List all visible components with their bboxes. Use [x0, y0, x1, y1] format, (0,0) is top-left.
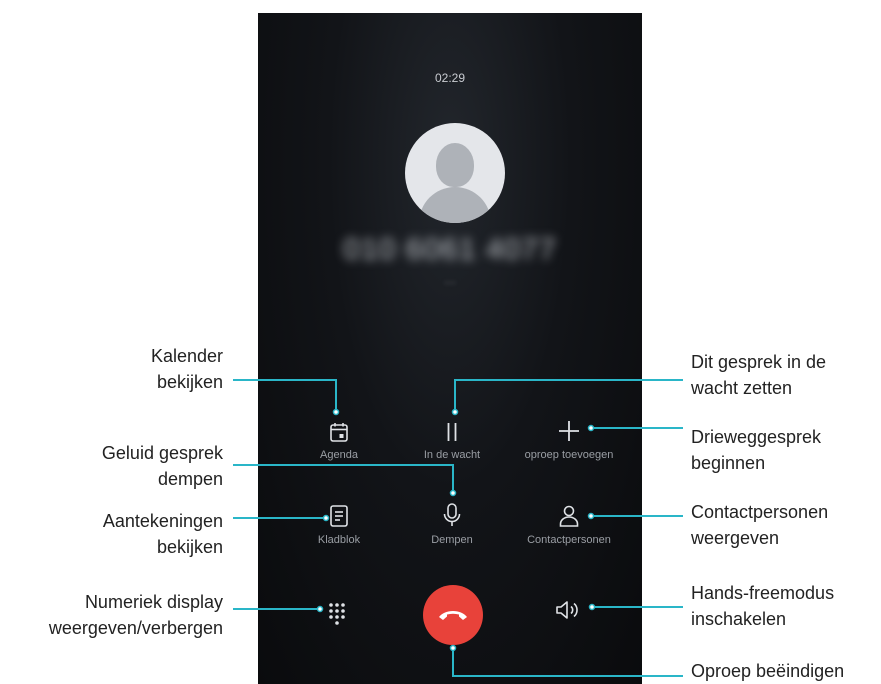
callout-notes: Aantekeningen bekijken: [103, 508, 223, 560]
callout-notes-line1: Aantekeningen: [102, 511, 223, 531]
callout-contacts-line1: Contactpersonen: [691, 502, 829, 522]
callout-end-line1: Oproep beëindigen: [691, 661, 845, 681]
callout-speaker-line2: inschakelen: [691, 609, 787, 629]
callout-end: Oproep beëindigen: [691, 658, 844, 684]
callout-notes-line2: bekijken: [156, 537, 223, 557]
callout-hold: Dit gesprek in de wacht zetten: [691, 349, 826, 401]
callout-add-call-line2: beginnen: [691, 453, 766, 473]
callout-dialpad-line1: Numeriek display: [84, 592, 223, 612]
callout-speaker-line1: Hands-freemodus: [691, 583, 835, 603]
callout-add-call: Drieweggesprek beginnen: [691, 424, 821, 476]
callout-calendar-line1: Kalender: [150, 346, 223, 366]
callout-calendar: Kalender bekijken: [151, 343, 223, 395]
callout-mute-line1: Geluid gesprek: [101, 443, 223, 463]
callout-dialpad: Numeriek display weergeven/verbergen: [49, 589, 223, 641]
calendar-leader: [233, 379, 337, 412]
end-call-leader: [452, 648, 683, 677]
callout-mute-line2: dempen: [157, 469, 223, 489]
callout-add-call-line1: Drieweggesprek: [691, 427, 822, 447]
mute-leader: [233, 464, 454, 493]
callout-contacts-line2: weergeven: [691, 528, 780, 548]
callout-hold-line2: wacht zetten: [691, 378, 793, 398]
callout-mute: Geluid gesprek dempen: [102, 440, 223, 492]
callout-speaker: Hands-freemodus inschakelen: [691, 580, 834, 632]
callout-dialpad-line2: weergeven/verbergen: [48, 618, 223, 638]
callout-hold-line1: Dit gesprek in de: [691, 352, 827, 372]
hold-leader: [454, 379, 683, 412]
callout-contacts: Contactpersonen weergeven: [691, 499, 828, 551]
callout-calendar-line2: bekijken: [156, 372, 223, 392]
